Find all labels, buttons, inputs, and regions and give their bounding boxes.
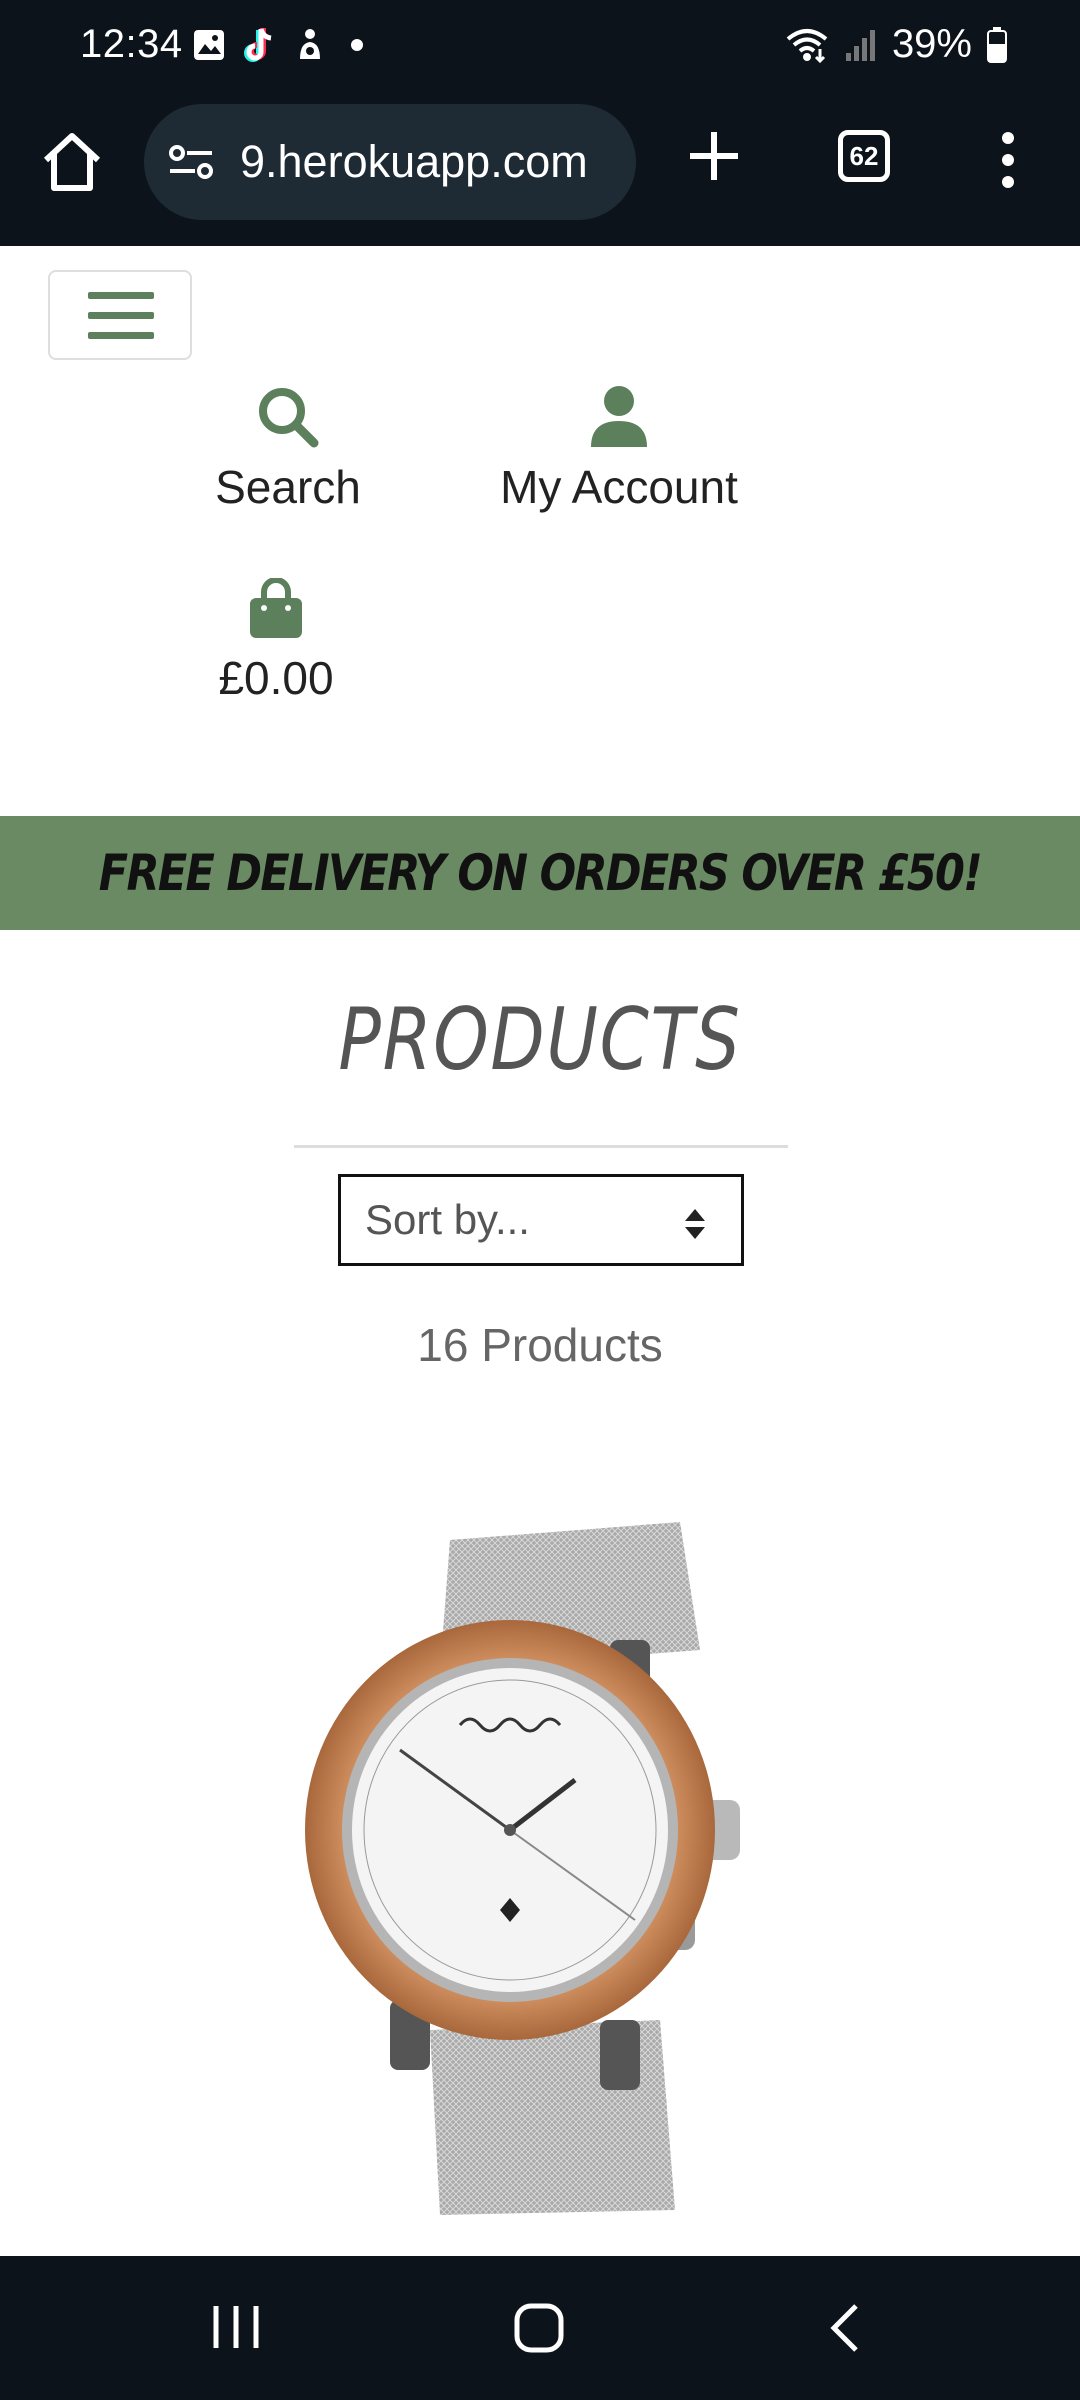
battery-icon: [987, 26, 1007, 63]
user-icon: [591, 386, 647, 447]
home-button-icon[interactable]: [513, 2302, 565, 2354]
browser-toolbar: 9.herokuapp.com 62: [0, 96, 1080, 246]
product-image-watch[interactable]: [300, 1510, 770, 2220]
page-title: PRODUCTS: [338, 990, 742, 1090]
title-divider: [294, 1145, 788, 1148]
hamburger-bar: [88, 332, 154, 339]
signal-icon: [845, 29, 875, 61]
account-label: My Account: [500, 461, 738, 513]
shopping-bag-link[interactable]: £0.00: [206, 577, 346, 705]
promo-text: FREE DELIVERY ON ORDERS OVER £50!: [98, 844, 983, 902]
site-settings-icon[interactable]: [168, 142, 214, 182]
dot-icon: [351, 39, 363, 51]
system-navigation-bar: [0, 2256, 1080, 2400]
tiktok-icon: [244, 28, 272, 62]
search-link[interactable]: Search: [206, 385, 370, 514]
gallery-icon: [194, 30, 224, 60]
menu-toggle-button[interactable]: [48, 270, 192, 360]
notification-icons: [192, 26, 372, 64]
hamburger-bar: [88, 312, 154, 319]
sort-arrows-icon: [685, 1209, 705, 1239]
app-notification-icon: [300, 29, 320, 59]
battery-percentage: 39%: [891, 22, 972, 66]
search-icon: [259, 388, 319, 448]
status-bar: 12:34 39%: [0, 0, 1080, 96]
system-status-icons: 39%: [784, 22, 1008, 67]
home-icon[interactable]: [38, 128, 106, 196]
sort-placeholder: Sort by...: [365, 1196, 530, 1243]
tab-switcher-button[interactable]: 62: [838, 130, 890, 182]
bag-total: £0.00: [218, 652, 334, 704]
more-menu-icon[interactable]: [990, 130, 1026, 190]
recents-icon[interactable]: [210, 2302, 262, 2352]
status-time: 12:34: [80, 22, 183, 66]
url-text: 9.herokuapp.com: [240, 136, 588, 187]
promo-banner: FREE DELIVERY ON ORDERS OVER £50!: [0, 816, 1080, 930]
product-count: 16 Products: [417, 1319, 663, 1371]
sort-select[interactable]: Sort by...: [338, 1174, 744, 1266]
back-icon[interactable]: [826, 2302, 862, 2354]
my-account-link[interactable]: My Account: [490, 385, 748, 514]
url-bar[interactable]: 9.herokuapp.com: [144, 104, 636, 220]
search-label: Search: [215, 461, 361, 513]
wifi-icon: [786, 28, 828, 63]
hamburger-bar: [88, 292, 154, 299]
shopping-bag-icon: [250, 577, 302, 638]
new-tab-icon[interactable]: [684, 126, 744, 186]
